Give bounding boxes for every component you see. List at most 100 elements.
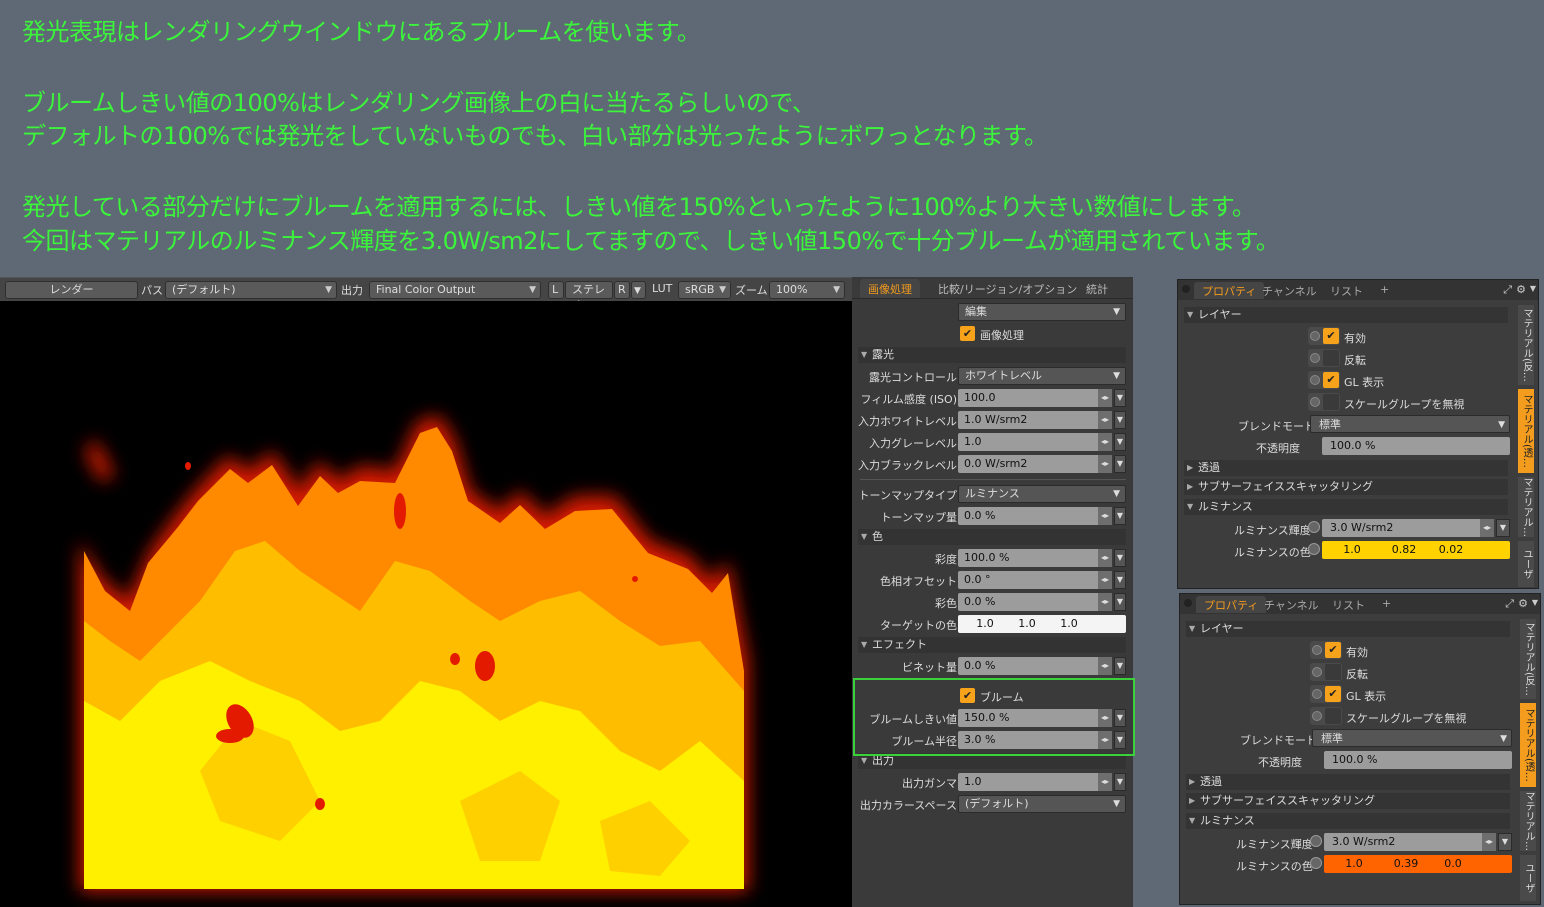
channel-dot-icon[interactable]: [1310, 857, 1322, 869]
tab-channels[interactable]: チャンネル: [1256, 596, 1327, 613]
hue-offset-field[interactable]: 0.0 ° ◂▸: [958, 571, 1112, 589]
spinner-icon[interactable]: ◂▸: [1098, 773, 1112, 791]
exposure-section[interactable]: ▼ 露光: [858, 347, 1126, 363]
color-section[interactable]: ▼ 色: [858, 529, 1126, 545]
transparency-section[interactable]: ▶ 透過: [1186, 774, 1510, 790]
exposure-control-dropdown[interactable]: ホワイトレベル ▼: [958, 367, 1126, 385]
pass-dropdown[interactable]: (デフォルト) ▼: [165, 281, 337, 299]
side-tab-material-transparent[interactable]: マテリアル(透…: [1520, 703, 1536, 787]
tonemap-amount-menu-button[interactable]: ▼: [1114, 507, 1126, 525]
tab-statistics[interactable]: 統計: [1078, 279, 1116, 298]
output-colorspace-dropdown[interactable]: (デフォルト) ▼: [958, 795, 1126, 813]
layer-section[interactable]: ▼ レイヤー: [1186, 621, 1510, 637]
sss-section[interactable]: ▶ サブサーフェイススキャッタリング: [1184, 479, 1508, 495]
edit-dropdown[interactable]: 編集 ▼: [958, 303, 1126, 321]
luminous-intensity-menu-button[interactable]: ▼: [1496, 519, 1510, 537]
side-tab-material[interactable]: マテリアル…: [1518, 477, 1534, 537]
luminance-section[interactable]: ▼ ルミナンス: [1186, 813, 1510, 829]
expand-icon[interactable]: ⤢: [1503, 283, 1512, 297]
output-gamma-field[interactable]: 1.0 ◂▸: [958, 773, 1112, 791]
opacity-field[interactable]: 100.0 %: [1322, 437, 1510, 455]
input-black-menu-button[interactable]: ▼: [1114, 455, 1126, 473]
film-iso-field[interactable]: 100.0 ◂▸: [958, 389, 1112, 407]
saturation-field[interactable]: 100.0 % ◂▸: [958, 549, 1112, 567]
r-button[interactable]: R: [614, 281, 630, 299]
blend-mode-dropdown[interactable]: 標準 ▼: [1312, 729, 1512, 747]
image-processing-checkbox[interactable]: ✔: [960, 326, 975, 341]
tab-list[interactable]: リスト: [1322, 282, 1371, 299]
spinner-icon[interactable]: ◂▸: [1098, 389, 1112, 407]
luminous-intensity-field[interactable]: 3.0 W/srm2 ◂▸: [1322, 519, 1494, 537]
channel-dot-icon[interactable]: [1310, 835, 1322, 847]
spinner-icon[interactable]: ◂▸: [1098, 571, 1112, 589]
channel-dot-icon[interactable]: [1308, 543, 1320, 555]
vignette-menu-button[interactable]: ▼: [1114, 657, 1126, 675]
ignore-scale-checkbox[interactable]: [1308, 393, 1340, 411]
tonemap-amount-field[interactable]: 0.0 % ◂▸: [958, 507, 1112, 525]
input-white-menu-button[interactable]: ▼: [1114, 411, 1126, 429]
spinner-icon[interactable]: ◂▸: [1098, 593, 1112, 611]
spinner-icon[interactable]: ◂▸: [1098, 411, 1112, 429]
output-dropdown[interactable]: Final Color Output ▼: [369, 281, 541, 299]
stereo-button[interactable]: ステレオ: [565, 281, 613, 312]
render-button[interactable]: レンダー: [5, 281, 138, 299]
invert-checkbox[interactable]: [1308, 349, 1340, 367]
side-tab-user[interactable]: ユーザー…: [1518, 541, 1534, 587]
input-gray-field[interactable]: 1.0 ◂▸: [958, 433, 1112, 451]
saturation-menu-button[interactable]: ▼: [1114, 549, 1126, 567]
stereo-options-button[interactable]: ▼: [631, 281, 646, 299]
tab-add[interactable]: +: [1372, 282, 1397, 299]
luminous-intensity-menu-button[interactable]: ▼: [1498, 833, 1512, 851]
luminous-intensity-field[interactable]: 3.0 W/srm2 ◂▸: [1324, 833, 1496, 851]
luminous-color-field[interactable]: 1.0 0.39 0.0: [1324, 855, 1512, 873]
panel-menu-icon[interactable]: [1184, 599, 1192, 607]
input-gray-menu-button[interactable]: ▼: [1114, 433, 1126, 451]
output-gamma-menu-button[interactable]: ▼: [1114, 773, 1126, 791]
expand-icon[interactable]: ⤢: [1505, 597, 1514, 611]
tab-add[interactable]: +: [1374, 596, 1399, 613]
luminance-section[interactable]: ▼ ルミナンス: [1184, 499, 1508, 515]
ignore-scale-checkbox[interactable]: [1310, 707, 1342, 725]
vignette-field[interactable]: 0.0 % ◂▸: [958, 657, 1112, 675]
spinner-icon[interactable]: ◂▸: [1480, 519, 1494, 537]
tab-list[interactable]: リスト: [1324, 596, 1373, 613]
render-viewport[interactable]: [0, 301, 852, 907]
chevron-down-icon[interactable]: ▼: [1532, 598, 1538, 607]
luminous-color-field[interactable]: 1.0 0.82 0.02: [1322, 541, 1510, 559]
target-color-field[interactable]: 1.0 1.0 1.0: [958, 615, 1126, 633]
channel-dot-icon[interactable]: [1308, 521, 1320, 533]
hue-offset-menu-button[interactable]: ▼: [1114, 571, 1126, 589]
layer-section[interactable]: ▼ レイヤー: [1184, 307, 1508, 323]
gl-display-checkbox[interactable]: ✔: [1308, 371, 1340, 389]
colorize-field[interactable]: 0.0 % ◂▸: [958, 593, 1112, 611]
blend-mode-dropdown[interactable]: 標準 ▼: [1310, 415, 1510, 433]
gear-icon[interactable]: ⚙: [1516, 283, 1526, 296]
tab-image-processing[interactable]: 画像処理: [860, 279, 920, 298]
side-tab-user[interactable]: ユーザー…: [1520, 855, 1536, 901]
side-tab-material[interactable]: マテリアル…: [1520, 791, 1536, 851]
sss-section[interactable]: ▶ サブサーフェイススキャッタリング: [1186, 793, 1510, 809]
lut-dropdown[interactable]: sRGB ▼: [678, 281, 731, 299]
input-black-field[interactable]: 0.0 W/srm2 ◂▸: [958, 455, 1112, 473]
l-button[interactable]: L: [548, 281, 564, 299]
side-tab-material-reflect[interactable]: マテリアル(反…: [1520, 619, 1536, 699]
spinner-icon[interactable]: ◂▸: [1098, 433, 1112, 451]
film-iso-menu-button[interactable]: ▼: [1114, 389, 1126, 407]
enabled-checkbox[interactable]: ✔: [1310, 641, 1342, 659]
enabled-checkbox[interactable]: ✔: [1308, 327, 1340, 345]
transparency-section[interactable]: ▶ 透過: [1184, 460, 1508, 476]
side-tab-material-transparent[interactable]: マテリアル(透…: [1518, 389, 1534, 473]
spinner-icon[interactable]: ◂▸: [1482, 833, 1496, 851]
spinner-icon[interactable]: ◂▸: [1098, 455, 1112, 473]
spinner-icon[interactable]: ◂▸: [1098, 657, 1112, 675]
spinner-icon[interactable]: ◂▸: [1098, 507, 1112, 525]
panel-menu-icon[interactable]: [1182, 285, 1190, 293]
gl-display-checkbox[interactable]: ✔: [1310, 685, 1342, 703]
input-white-field[interactable]: 1.0 W/srm2 ◂▸: [958, 411, 1112, 429]
colorize-menu-button[interactable]: ▼: [1114, 593, 1126, 611]
tonemap-type-dropdown[interactable]: ルミナンス ▼: [958, 485, 1126, 503]
chevron-down-icon[interactable]: ▼: [1530, 284, 1536, 293]
zoom-dropdown[interactable]: 100% ▼: [769, 281, 845, 299]
invert-checkbox[interactable]: [1310, 663, 1342, 681]
side-tab-material-reflect[interactable]: マテリアル(反…: [1518, 305, 1534, 385]
